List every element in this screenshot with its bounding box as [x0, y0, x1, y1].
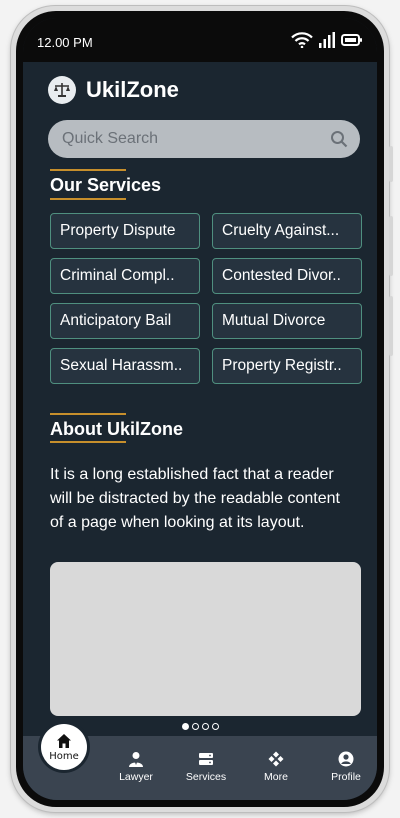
scales-of-justice-logo-icon — [48, 75, 76, 104]
service-chip-label: Mutual Divorce — [222, 312, 326, 329]
lawyer-icon — [129, 752, 143, 767]
bottom-navigation: Home Lawyer Services More Profile — [23, 724, 377, 800]
carousel-dot[interactable] — [181, 723, 189, 730]
service-chip-label: Property Registr.. — [222, 357, 342, 374]
nav-services-button[interactable]: Services — [171, 744, 241, 783]
more-icon — [268, 751, 284, 767]
quick-search-bar[interactable] — [48, 120, 360, 158]
services-grid: Property Dispute Cruelty Against... Crim… — [50, 213, 362, 384]
service-chip[interactable]: Property Registr.. — [212, 348, 362, 384]
phone-side-button — [389, 146, 393, 182]
phone-side-button — [389, 296, 393, 356]
services-icon — [199, 753, 213, 765]
service-chip[interactable]: Criminal Compl.. — [50, 258, 200, 294]
wifi-icon — [291, 32, 313, 48]
search-input[interactable] — [60, 129, 330, 149]
nav-profile-button[interactable]: Profile — [311, 744, 377, 783]
carousel-dot[interactable] — [211, 723, 219, 730]
nav-lawyer-button[interactable]: Lawyer — [101, 744, 171, 783]
phone-side-button — [389, 216, 393, 276]
service-chip-label: Cruelty Against... — [222, 222, 340, 239]
app-title: UkilZone — [86, 76, 179, 102]
service-chip[interactable]: Cruelty Against... — [212, 213, 362, 249]
services-section-title: Our Services — [50, 175, 162, 195]
status-icons — [291, 32, 363, 48]
nav-profile-label: Profile — [331, 771, 361, 783]
phone-bezel: 12.00 PM UkilZone Quick Search Our Servi… — [16, 11, 384, 807]
home-icon — [57, 734, 71, 748]
carousel-dot[interactable] — [201, 723, 209, 730]
carousel-dot[interactable] — [191, 723, 199, 730]
nav-home-button[interactable]: Home — [41, 724, 87, 770]
phone-frame: 12.00 PM UkilZone Quick Search Our Servi… — [11, 6, 393, 812]
service-chip[interactable]: Contested Divor.. — [212, 258, 362, 294]
service-chip-label: Contested Divor.. — [222, 267, 341, 284]
status-time: 12.00 PM — [37, 35, 93, 50]
battery-icon — [341, 34, 362, 46]
app-header: UkilZone — [23, 62, 377, 117]
status-bar: 12.00 PM — [23, 18, 377, 62]
service-chip[interactable]: Mutual Divorce — [212, 303, 362, 339]
image-carousel[interactable] — [50, 562, 361, 716]
signal-icon — [319, 32, 335, 48]
service-chip-label: Anticipatory Bail — [60, 312, 172, 329]
service-chip[interactable]: Sexual Harassm.. — [50, 348, 200, 384]
nav-services-label: Services — [185, 771, 227, 783]
service-chip-label: Criminal Compl.. — [60, 267, 175, 284]
service-chip[interactable]: Anticipatory Bail — [50, 303, 200, 339]
search-icon[interactable] — [330, 130, 348, 148]
profile-icon — [338, 751, 354, 767]
about-description: It is a long established fact that a rea… — [50, 466, 340, 531]
section-title-underline — [50, 413, 126, 415]
service-chip[interactable]: Property Dispute — [50, 213, 200, 249]
nav-more-label: More — [264, 771, 288, 783]
nav-more-button[interactable]: More — [241, 744, 311, 783]
service-chip-label: Sexual Harassm.. — [60, 357, 183, 374]
about-section-title: About UkilZone — [50, 419, 183, 439]
app-screen: 12.00 PM UkilZone Quick Search Our Servi… — [23, 18, 377, 800]
section-title-underline — [50, 441, 126, 443]
service-chip-label: Property Dispute — [60, 222, 176, 239]
section-title-underline — [50, 198, 126, 200]
section-title-underline — [50, 169, 126, 171]
nav-home-label: Home — [49, 751, 79, 762]
nav-lawyer-label: Lawyer — [119, 771, 153, 783]
